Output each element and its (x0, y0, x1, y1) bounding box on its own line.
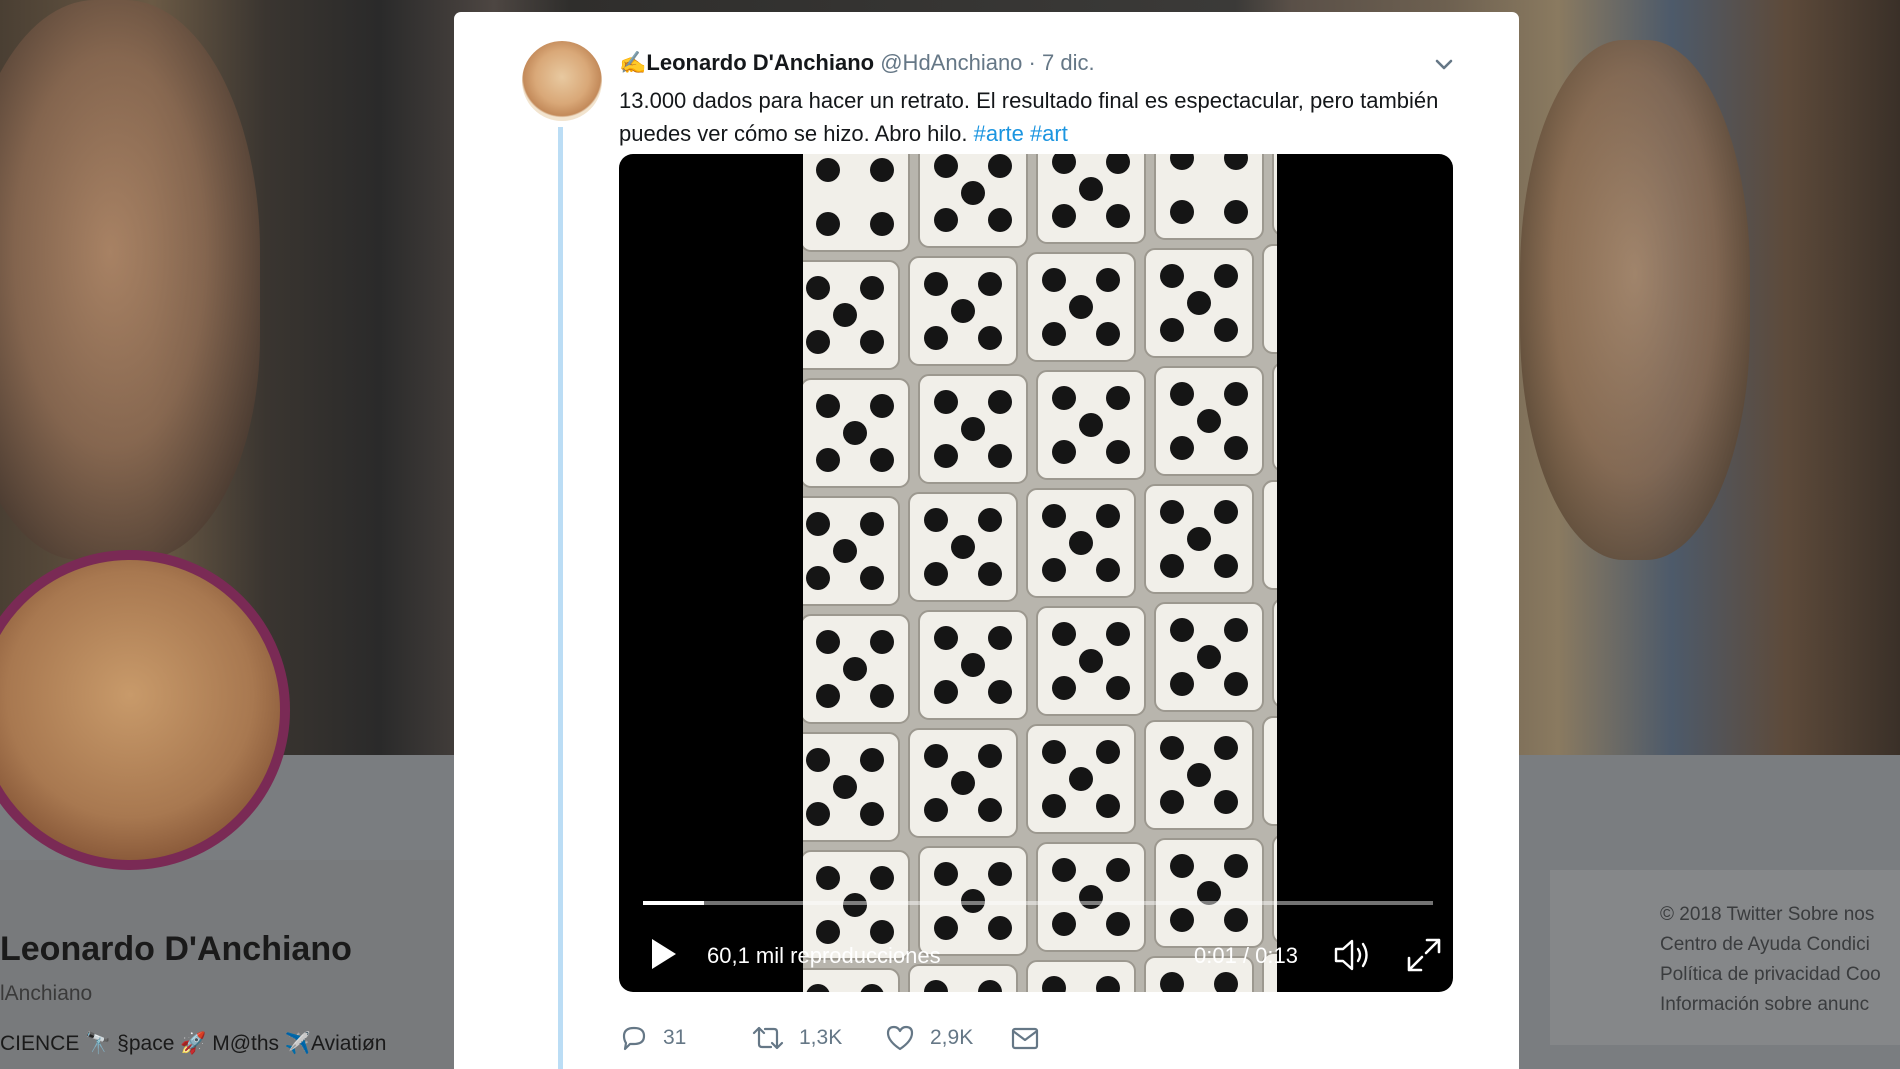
video-frame-dice (803, 154, 1277, 992)
footer-line[interactable]: Información sobre anunc (1660, 990, 1881, 1020)
thread-line (558, 127, 563, 1069)
like-button[interactable]: 2,9K (884, 1018, 973, 1058)
reply-button[interactable]: 31 (619, 1018, 686, 1058)
author-emoji: ✍️ (619, 50, 647, 75)
chevron-down-icon[interactable] (1429, 50, 1459, 80)
reply-count: 31 (663, 1026, 687, 1049)
footer-line[interactable]: Política de privacidad Coo (1660, 960, 1881, 990)
tweet-header: ✍️Leonardo D'Anchiano @HdAnchiano · 7 di… (619, 50, 1095, 76)
message-icon (1011, 1027, 1039, 1050)
hashtag-link[interactable]: #arte (974, 121, 1024, 146)
video-views: 60,1 mil reproducciones (707, 943, 941, 968)
banner-painting-left (0, 0, 260, 560)
play-icon[interactable] (643, 934, 683, 974)
retweet-icon (752, 1026, 784, 1050)
footer-line[interactable]: © 2018 Twitter Sobre nos (1660, 900, 1881, 930)
footer-line[interactable]: Centro de Ayuda Condici (1660, 930, 1881, 960)
video-progress-bar[interactable] (643, 901, 1433, 905)
profile-bio: CIENCE 🔭 §pace 🚀 M@ths ✈️Aviatiøn (0, 1032, 387, 1055)
tweet-date[interactable]: · 7 dic. (1029, 50, 1095, 75)
retweet-count: 1,3K (799, 1026, 843, 1049)
message-button[interactable] (1009, 1018, 1041, 1058)
video-time: 0:01 / 0:13 (1194, 943, 1298, 968)
tweet-actions: 31 1,3K 2,9K (619, 1018, 1179, 1058)
profile-handle: lAnchiano (0, 982, 93, 1005)
hashtag-link[interactable]: #art (1030, 121, 1068, 146)
profile-name: Leonardo D'Anchiano (0, 930, 352, 968)
like-count: 2,9K (930, 1026, 974, 1049)
video-progress-fill (643, 901, 704, 905)
volume-icon[interactable] (1332, 935, 1376, 975)
author-avatar[interactable] (522, 41, 602, 121)
tweet-text: 13.000 dados para hacer un retrato. El r… (619, 84, 1449, 150)
tweet-card: ✍️Leonardo D'Anchiano @HdAnchiano · 7 di… (454, 12, 1519, 1069)
tweet-body: 13.000 dados para hacer un retrato. El r… (619, 88, 1439, 146)
author-name[interactable]: Leonardo D'Anchiano (646, 50, 874, 75)
retweet-button[interactable]: 1,3K (751, 1018, 842, 1058)
banner-painting-right (1520, 40, 1750, 560)
like-icon (886, 1025, 914, 1051)
author-handle[interactable]: @HdAnchiano (880, 50, 1022, 75)
footer-links: © 2018 Twitter Sobre nos Centro de Ayuda… (1660, 900, 1881, 1020)
fullscreen-icon[interactable] (1404, 935, 1444, 975)
reply-icon (622, 1026, 646, 1051)
video-player[interactable]: 60,1 mil reproducciones 0:01 / 0:13 (619, 154, 1453, 992)
